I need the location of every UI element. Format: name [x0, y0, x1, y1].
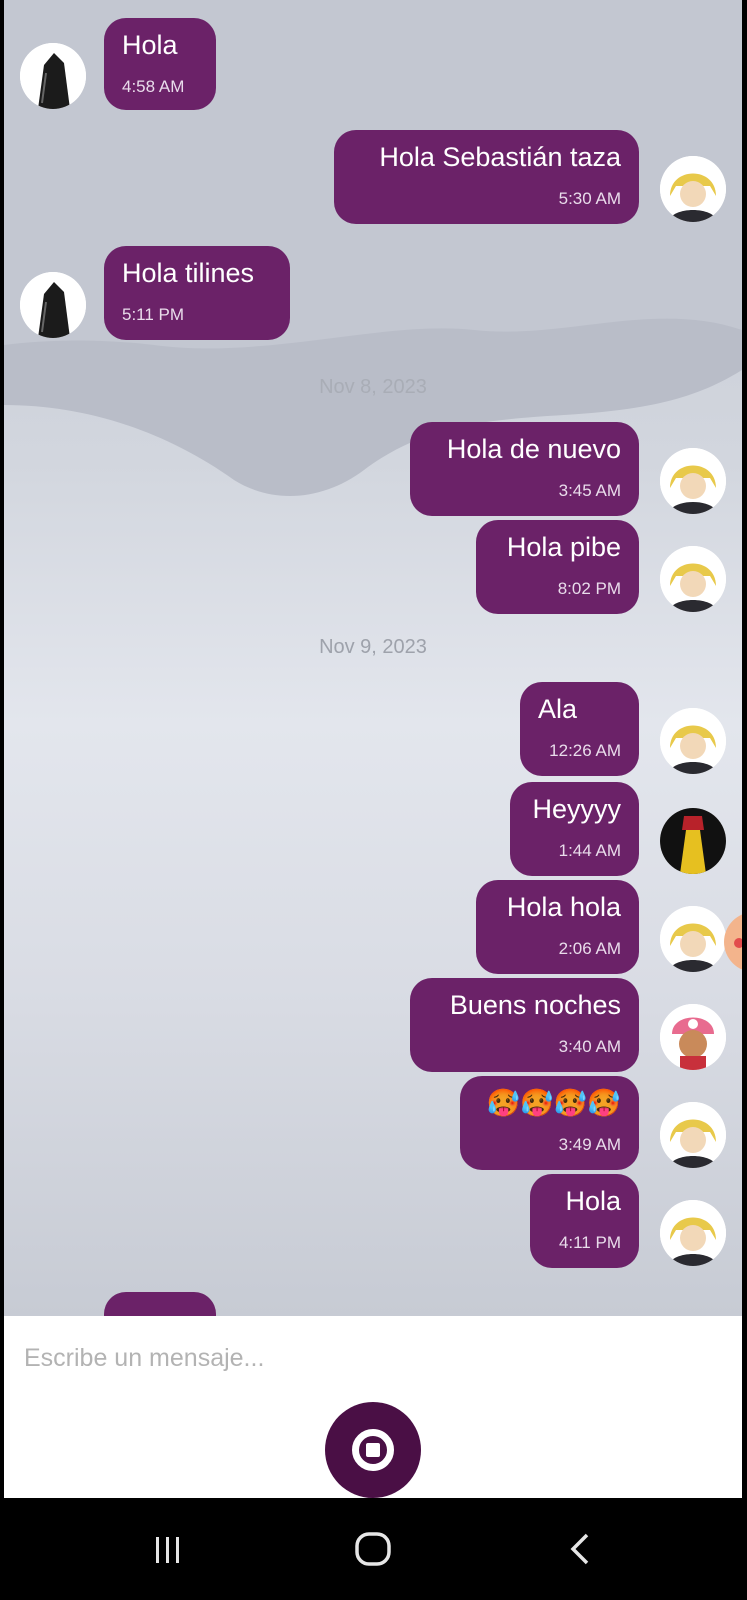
message-time: 3:49 AM — [558, 1135, 621, 1154]
record-stop-icon — [352, 1429, 394, 1471]
user-avatar[interactable] — [660, 546, 726, 612]
message-bubble[interactable]: Hola de nuevo 3:45 AM — [410, 422, 639, 516]
message-time: 12:26 AM — [549, 741, 621, 760]
user-avatar[interactable] — [660, 448, 726, 514]
user-avatar[interactable] — [660, 1102, 726, 1168]
message-bubble[interactable]: Heyyyy 1:44 AM — [510, 782, 639, 876]
recent-apps-icon — [156, 1537, 179, 1563]
message-time: 3:40 AM — [558, 1037, 621, 1056]
message-text: Ala — [538, 694, 578, 724]
message-bubble[interactable]: Buens noches 3:40 AM — [410, 978, 639, 1072]
message-bubble[interactable]: Ala 12:26 AM — [520, 682, 639, 776]
composer — [4, 1316, 742, 1498]
message-list[interactable]: Hola 4:58 AM Hola Sebastián taza 5:30 AM… — [4, 0, 742, 1316]
edge-handle[interactable] — [724, 912, 742, 972]
home-button[interactable] — [343, 1524, 403, 1574]
message-bubble[interactable]: Hola 4:58 AM — [104, 18, 216, 110]
message-bubble[interactable]: Hola Sebastián taza 5:30 AM — [334, 130, 639, 224]
message-text: Hola hola — [506, 892, 621, 922]
message-text: Hola — [565, 1186, 621, 1216]
user-avatar[interactable] — [660, 1200, 726, 1266]
message-bubble[interactable]: Hola hola 2:06 AM — [476, 880, 639, 974]
date-separator: Nov 8, 2023 — [319, 376, 427, 398]
message-bubble[interactable]: 🥵🥵🥵🥵 3:49 AM — [460, 1076, 639, 1170]
message-bubble-partial[interactable] — [104, 1292, 216, 1316]
home-icon — [355, 1532, 391, 1566]
notification-dot — [734, 938, 742, 948]
message-bubble[interactable]: Hola pibe 8:02 PM — [476, 520, 639, 614]
message-time: 2:06 AM — [558, 939, 621, 958]
user-avatar[interactable] — [660, 906, 726, 972]
message-time: 8:02 PM — [557, 579, 621, 598]
chat-screen: Hola 4:58 AM Hola Sebastián taza 5:30 AM… — [0, 0, 747, 1600]
message-text: Buens noches — [449, 990, 621, 1020]
message-time: 4:11 PM — [558, 1233, 621, 1252]
message-text: Hola pibe — [506, 532, 621, 562]
user-avatar[interactable] — [660, 1004, 726, 1070]
message-time: 1:44 AM — [558, 841, 621, 860]
back-button[interactable] — [551, 1524, 611, 1574]
message-bubble[interactable]: Hola 4:11 PM — [530, 1174, 639, 1268]
contact-avatar[interactable] — [20, 272, 86, 338]
message-input[interactable] — [24, 1336, 714, 1380]
back-icon — [570, 1533, 589, 1565]
message-bubble[interactable]: Hola tilines 5:11 PM — [104, 246, 290, 340]
message-time: 3:45 AM — [558, 481, 621, 500]
message-text: Hola de nuevo — [446, 434, 621, 464]
message-text: 🥵🥵🥵🥵 — [486, 1088, 621, 1118]
message-time: 4:58 AM — [122, 77, 185, 96]
system-navigation-bar — [0, 1498, 747, 1600]
recent-apps-button[interactable] — [137, 1524, 197, 1574]
message-text: Hola Sebastián taza — [379, 142, 621, 172]
user-avatar[interactable] — [660, 156, 726, 222]
message-text: Hola — [122, 30, 178, 60]
message-time: 5:30 AM — [558, 189, 621, 208]
user-avatar[interactable] — [660, 708, 726, 774]
contact-avatar[interactable] — [20, 43, 86, 109]
date-separator: Nov 9, 2023 — [319, 636, 427, 658]
record-stop-button[interactable] — [325, 1402, 421, 1498]
message-time: 5:11 PM — [122, 305, 185, 324]
message-text: Hola tilines — [122, 258, 255, 288]
user-avatar[interactable] — [660, 808, 726, 874]
message-text: Heyyyy — [532, 794, 621, 824]
